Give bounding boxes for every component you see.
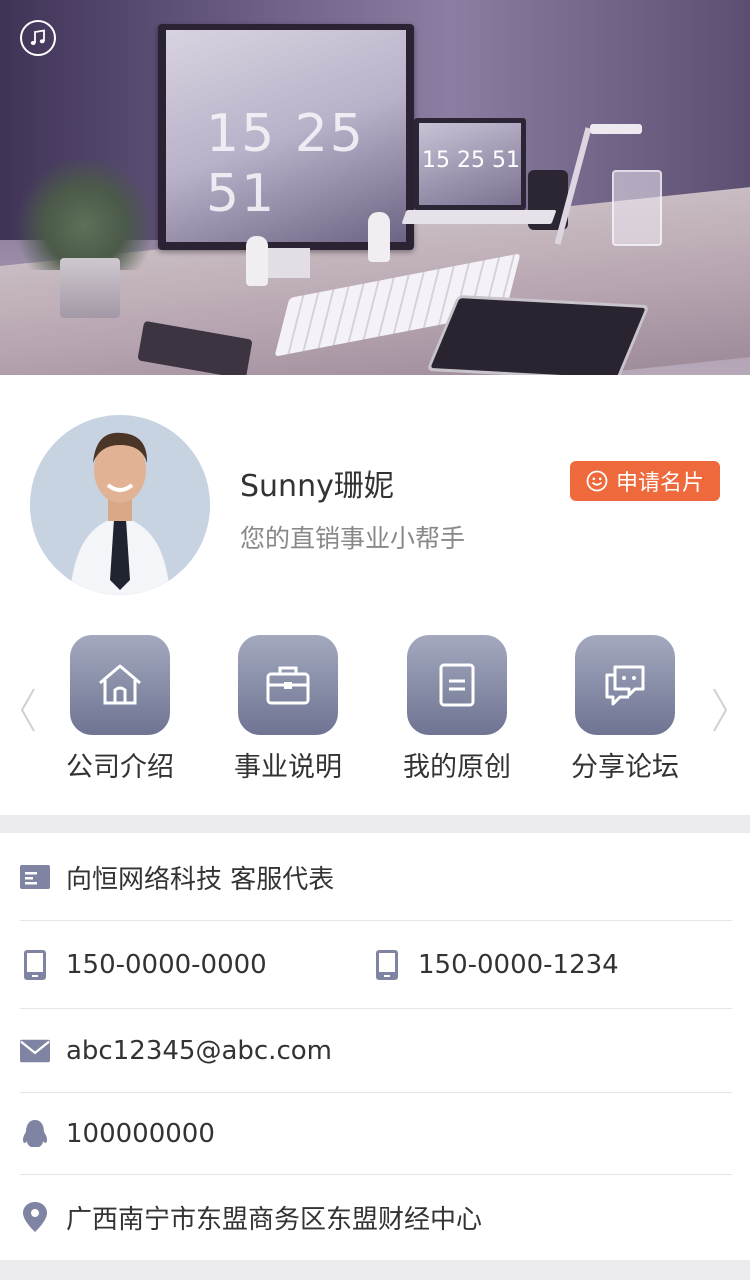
email-text[interactable]: abc12345@abc.com	[66, 1036, 332, 1066]
nav-share-forum[interactable]: 分享论坛	[555, 635, 695, 784]
mobile-phone-icon	[372, 950, 402, 980]
laptop-clock: 15 25 51	[422, 148, 520, 173]
apply-card-label: 申请名片	[615, 471, 704, 496]
hero-banner: 15 25 51 15 25 51	[0, 0, 750, 375]
apply-card-button[interactable]: 申请名片	[570, 461, 720, 501]
address-text[interactable]: 广西南宁市东盟商务区东盟财经中心	[66, 1199, 482, 1236]
nav-label: 事业说明	[234, 752, 342, 783]
hero-bust-right	[368, 212, 390, 262]
nav-my-original[interactable]: 我的原创	[387, 635, 527, 784]
email-row: abc12345@abc.com	[20, 1009, 732, 1093]
contact-info-list: 向恒网络科技 客服代表 150-0000-0000 150-0000-1234	[0, 833, 750, 1260]
briefcase-icon	[238, 635, 338, 735]
hero-lamp-head	[590, 124, 642, 134]
company-text: 向恒网络科技 客服代表	[66, 864, 335, 895]
qq-row: 100000000	[20, 1093, 732, 1175]
address-row: 广西南宁市东盟商务区东盟财经中心	[20, 1175, 732, 1259]
monitor-clock: 15 25 51	[206, 104, 365, 224]
company-row: 向恒网络科技 客服代表	[20, 833, 732, 921]
nav-label: 分享论坛	[571, 752, 679, 783]
phone-row: 150-0000-0000 150-0000-1234	[20, 921, 732, 1009]
envelope-icon	[20, 1036, 50, 1066]
profile-name: Sunny珊妮	[240, 469, 394, 504]
qq-penguin-icon	[20, 1119, 50, 1149]
document-icon	[407, 635, 507, 735]
hero-laptop: 15 25 51	[414, 118, 526, 210]
hero-bust-left	[246, 236, 268, 286]
nav-label: 我的原创	[403, 752, 511, 783]
mobile-phone-icon	[20, 950, 50, 980]
location-pin-icon	[20, 1202, 50, 1232]
profile-card: Sunny珊妮 您的直销事业小帮手 申请名片 公司介绍 事业说明 我的原创 分享…	[0, 375, 750, 815]
hero-glass	[612, 170, 662, 246]
phone-secondary-group: 150-0000-1234	[372, 950, 619, 980]
id-card-icon	[20, 862, 50, 892]
music-note-icon	[30, 29, 45, 45]
nav-company-intro[interactable]: 公司介绍	[50, 635, 190, 784]
chevron-left-icon	[20, 688, 35, 732]
nav-label: 公司介绍	[66, 752, 174, 783]
avatar	[30, 415, 210, 595]
qq-text[interactable]: 100000000	[66, 1119, 215, 1149]
hero-plant	[10, 160, 160, 270]
phone-secondary[interactable]: 150-0000-1234	[418, 950, 619, 980]
smile-icon	[586, 470, 608, 492]
hero-pot	[60, 258, 120, 318]
chat-icon	[575, 635, 675, 735]
phone-primary[interactable]: 150-0000-0000	[66, 950, 267, 980]
music-toggle-button[interactable]	[20, 20, 56, 56]
profile-subtitle: 您的直销事业小帮手	[240, 524, 466, 553]
home-icon	[70, 635, 170, 735]
carousel-next-arrow[interactable]	[710, 685, 730, 735]
hero-laptop-base	[401, 210, 557, 224]
chevron-right-icon	[713, 688, 728, 732]
nav-business-explanation[interactable]: 事业说明	[218, 635, 358, 784]
carousel-prev-arrow[interactable]	[18, 685, 38, 735]
hero-tablet	[426, 294, 650, 375]
